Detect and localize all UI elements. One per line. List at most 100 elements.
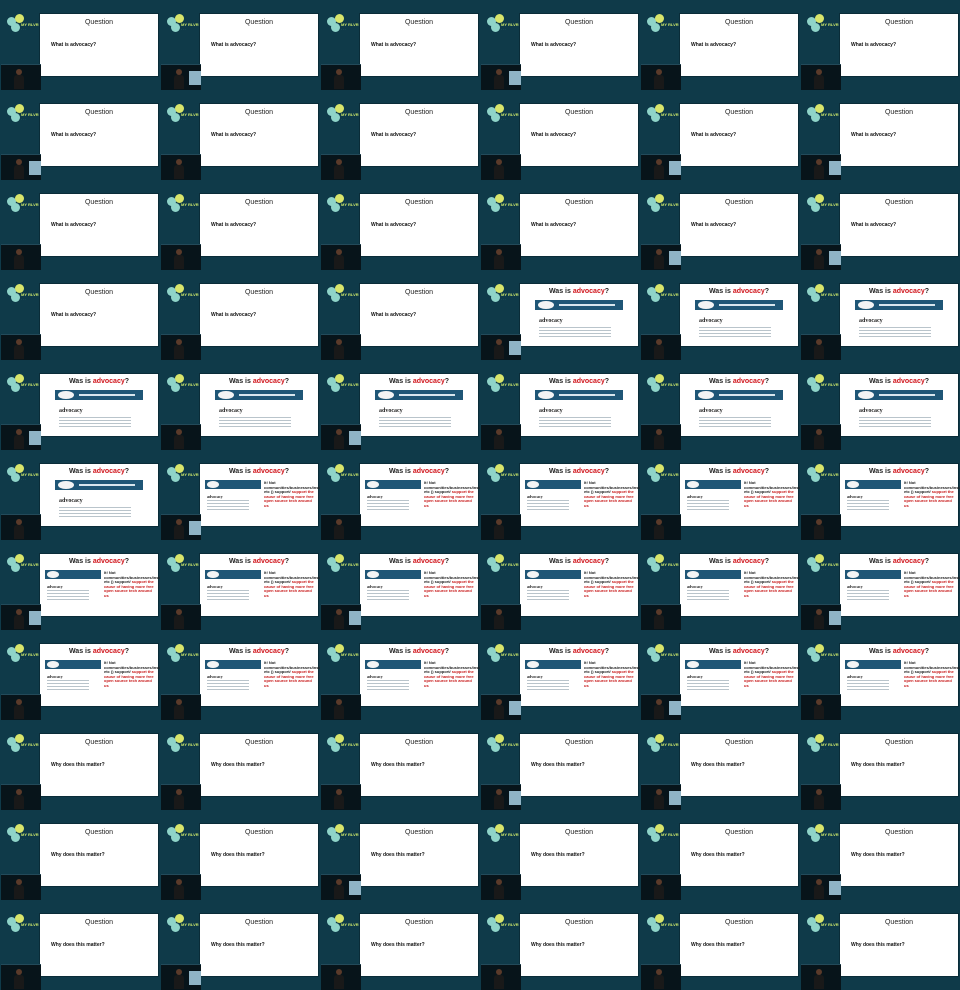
logo-subtext: · · · [661, 297, 666, 301]
definition-line [687, 683, 729, 684]
video-frame-thumbnail[interactable]: MY RLVR · · · Was is advocacy? advocacy It! … [800, 450, 960, 540]
speaker-video [641, 244, 681, 270]
definition-line [539, 327, 611, 328]
video-frame-thumbnail[interactable]: MY RLVR · · · Question What is advocacy? [320, 180, 480, 270]
video-frame-thumbnail[interactable]: MY RLVR · · · Question What is advocacy? [160, 90, 320, 180]
video-frame-thumbnail[interactable]: MY RLVR · · · Was is advocacy? advocacy It! … [0, 630, 160, 720]
logo-circle-icon [811, 203, 820, 212]
definition-lines [687, 590, 729, 602]
conference-logo: MY RLVR · · · [167, 644, 199, 666]
slide-title: Question [84, 19, 114, 26]
speaker-body [14, 615, 24, 629]
video-frame-thumbnail[interactable]: MY RLVR · · · Question What is advocacy? [0, 180, 160, 270]
speaker-body [654, 705, 664, 719]
speaker-body [14, 705, 24, 719]
definition-line [47, 683, 89, 684]
video-frame-thumbnail[interactable]: MY RLVR · · · Question What is advocacy? [160, 180, 320, 270]
video-frame-thumbnail[interactable]: MY RLVR · · · Question Why does this matter… [800, 720, 960, 810]
video-frame-thumbnail[interactable]: MY RLVR · · · Question What is advocacy? [480, 180, 640, 270]
presentation-slide: Was is advocacy? advocacy [200, 374, 318, 436]
video-frame-thumbnail[interactable]: MY RLVR · · · Question Why does this matter… [160, 810, 320, 900]
video-frame-thumbnail[interactable]: MY RLVR · · · Was is advocacy? advocacy [0, 360, 160, 450]
speaker-video [801, 334, 841, 360]
video-frame-thumbnail[interactable]: MY RLVR · · · Question What is advocacy? [160, 0, 320, 90]
video-frame-thumbnail[interactable]: MY RLVR · · · Question Why does this matter… [480, 900, 640, 990]
video-frame-thumbnail[interactable]: MY RLVR · · · Was is advocacy? advocacy It! … [160, 540, 320, 630]
video-frame-thumbnail[interactable]: MY RLVR · · · Question Why does this matter… [480, 720, 640, 810]
presentation-slide: Question Why does this matter? [520, 824, 638, 886]
video-frame-thumbnail[interactable]: MY RLVR · · · Was is advocacy? advocacy [480, 360, 640, 450]
logo-subtext: · · · [181, 927, 186, 931]
logo-circle-icon [811, 473, 820, 482]
logo-subtext: · · · [21, 27, 26, 31]
video-frame-thumbnail[interactable]: MY RLVR · · · Was is advocacy? advocacy [640, 270, 800, 360]
video-frame-thumbnail[interactable]: MY RLVR · · · Was is advocacy? advocacy It! … [320, 450, 480, 540]
video-frame-thumbnail[interactable]: MY RLVR · · · Question Why does this matter… [0, 810, 160, 900]
video-frame-thumbnail[interactable]: MY RLVR · · · Question What is advocacy? [800, 180, 960, 270]
logo-circle-icon [331, 653, 340, 662]
conference-logo: MY RLVR · · · [167, 734, 199, 756]
video-frame-thumbnail[interactable]: MY RLVR · · · Was is advocacy? advocacy It! … [800, 630, 960, 720]
video-frame-thumbnail[interactable]: MY RLVR · · · Was is advocacy? advocacy It! … [480, 540, 640, 630]
video-frame-thumbnail[interactable]: MY RLVR · · · Question Why does this matter… [800, 810, 960, 900]
video-frame-thumbnail[interactable]: MY RLVR · · · Was is advocacy? advocacy It! … [320, 630, 480, 720]
video-frame-thumbnail[interactable]: MY RLVR · · · Question What is advocacy? [640, 90, 800, 180]
video-frame-thumbnail[interactable]: MY RLVR · · · Question Why does this matter… [480, 810, 640, 900]
speaker-body [174, 435, 184, 449]
video-frame-thumbnail[interactable]: MY RLVR · · · Question What is advocacy? [480, 90, 640, 180]
video-frame-thumbnail[interactable]: MY RLVR · · · Question What is advocacy? [0, 90, 160, 180]
video-frame-thumbnail[interactable]: MY RLVR · · · Question What is advocacy? [0, 270, 160, 360]
video-frame-thumbnail[interactable]: MY RLVR · · · Was is advocacy? advocacy [320, 360, 480, 450]
speaker-figure [654, 789, 664, 809]
video-frame-thumbnail[interactable]: MY RLVR · · · Was is advocacy? advocacy It! … [640, 450, 800, 540]
speaker-video [641, 694, 681, 720]
video-frame-thumbnail[interactable]: MY RLVR · · · Question Why does this matter… [800, 900, 960, 990]
video-frame-thumbnail[interactable]: MY RLVR · · · Was is advocacy? advocacy It! … [160, 450, 320, 540]
video-frame-thumbnail[interactable]: MY RLVR · · · Was is advocacy? advocacy It! … [320, 540, 480, 630]
video-frame-thumbnail[interactable]: MY RLVR · · · Question What is advocacy? [320, 270, 480, 360]
video-frame-thumbnail[interactable]: MY RLVR · · · Was is advocacy? advocacy [800, 270, 960, 360]
slide-title: Was is advocacy? [388, 558, 450, 565]
definition-line [59, 423, 131, 424]
video-frame-thumbnail[interactable]: MY RLVR · · · Question Why does this matter… [320, 720, 480, 810]
definition-line [539, 336, 611, 337]
video-frame-thumbnail[interactable]: MY RLVR · · · Question What is advocacy? [0, 0, 160, 90]
video-frame-thumbnail[interactable]: MY RLVR · · · Question Why does this matter… [640, 810, 800, 900]
video-frame-thumbnail[interactable]: MY RLVR · · · Was is advocacy? advocacy It! … [160, 630, 320, 720]
speaker-video [481, 64, 521, 90]
video-frame-thumbnail[interactable]: MY RLVR · · · Question What is advocacy? [320, 0, 480, 90]
video-frame-thumbnail[interactable]: MY RLVR · · · Was is advocacy? advocacy It! … [480, 630, 640, 720]
video-frame-thumbnail[interactable]: MY RLVR · · · Was is advocacy? advocacy It! … [640, 630, 800, 720]
video-frame-thumbnail[interactable]: MY RLVR · · · Was is advocacy? advocacy [0, 450, 160, 540]
video-frame-thumbnail[interactable]: MY RLVR · · · Question What is advocacy? [640, 0, 800, 90]
slide-title-highlight: advocacy [92, 468, 125, 475]
video-frame-thumbnail[interactable]: MY RLVR · · · Was is advocacy? advocacy [640, 360, 800, 450]
video-frame-thumbnail[interactable]: MY RLVR · · · Question Why does this matter… [0, 900, 160, 990]
dictionary-logo-icon [687, 661, 699, 668]
video-frame-thumbnail[interactable]: MY RLVR · · · Question Why does this matter… [0, 720, 160, 810]
video-frame-thumbnail[interactable]: MY RLVR · · · Question Why does this matter… [320, 810, 480, 900]
video-frame-thumbnail[interactable]: MY RLVR · · · Question What is advocacy? [800, 90, 960, 180]
video-frame-thumbnail[interactable]: MY RLVR · · · Question Why does this matter… [160, 720, 320, 810]
video-frame-thumbnail[interactable]: MY RLVR · · · Was is advocacy? advocacy It! … [800, 540, 960, 630]
video-frame-thumbnail[interactable]: MY RLVR · · · Question What is advocacy? [320, 90, 480, 180]
video-frame-thumbnail[interactable]: MY RLVR · · · Was is advocacy? advocacy [800, 360, 960, 450]
video-frame-thumbnail[interactable]: MY RLVR · · · Question Why does this matter… [320, 900, 480, 990]
video-frame-thumbnail[interactable]: MY RLVR · · · Was is advocacy? advocacy It! … [640, 540, 800, 630]
video-frame-thumbnail[interactable]: MY RLVR · · · Question What is advocacy? [640, 180, 800, 270]
video-frame-thumbnail[interactable]: MY RLVR · · · Question Why does this matter… [160, 900, 320, 990]
slide-title: Question [884, 199, 914, 206]
video-frame-thumbnail[interactable]: MY RLVR · · · Question Why does this matter… [640, 720, 800, 810]
video-frame-thumbnail[interactable]: MY RLVR · · · Was is advocacy? advocacy It! … [0, 540, 160, 630]
video-frame-thumbnail[interactable]: MY RLVR · · · Was is advocacy? advocacy It! … [480, 450, 640, 540]
video-frame-thumbnail[interactable]: MY RLVR · · · Question What is advocacy? [800, 0, 960, 90]
slide-question: Why does this matter? [211, 942, 265, 948]
video-frame-thumbnail[interactable]: MY RLVR · · · Question What is advocacy? [480, 0, 640, 90]
dictionary-screenshot [375, 390, 463, 400]
definition-line [847, 503, 889, 504]
video-frame-thumbnail[interactable]: MY RLVR · · · Was is advocacy? advocacy [160, 360, 320, 450]
video-frame-thumbnail[interactable]: MY RLVR · · · Was is advocacy? advocacy [480, 270, 640, 360]
video-frame-thumbnail[interactable]: MY RLVR · · · Question Why does this matter… [640, 900, 800, 990]
logo-circle-icon [171, 293, 180, 302]
video-frame-thumbnail[interactable]: MY RLVR · · · Question What is advocacy? [160, 270, 320, 360]
